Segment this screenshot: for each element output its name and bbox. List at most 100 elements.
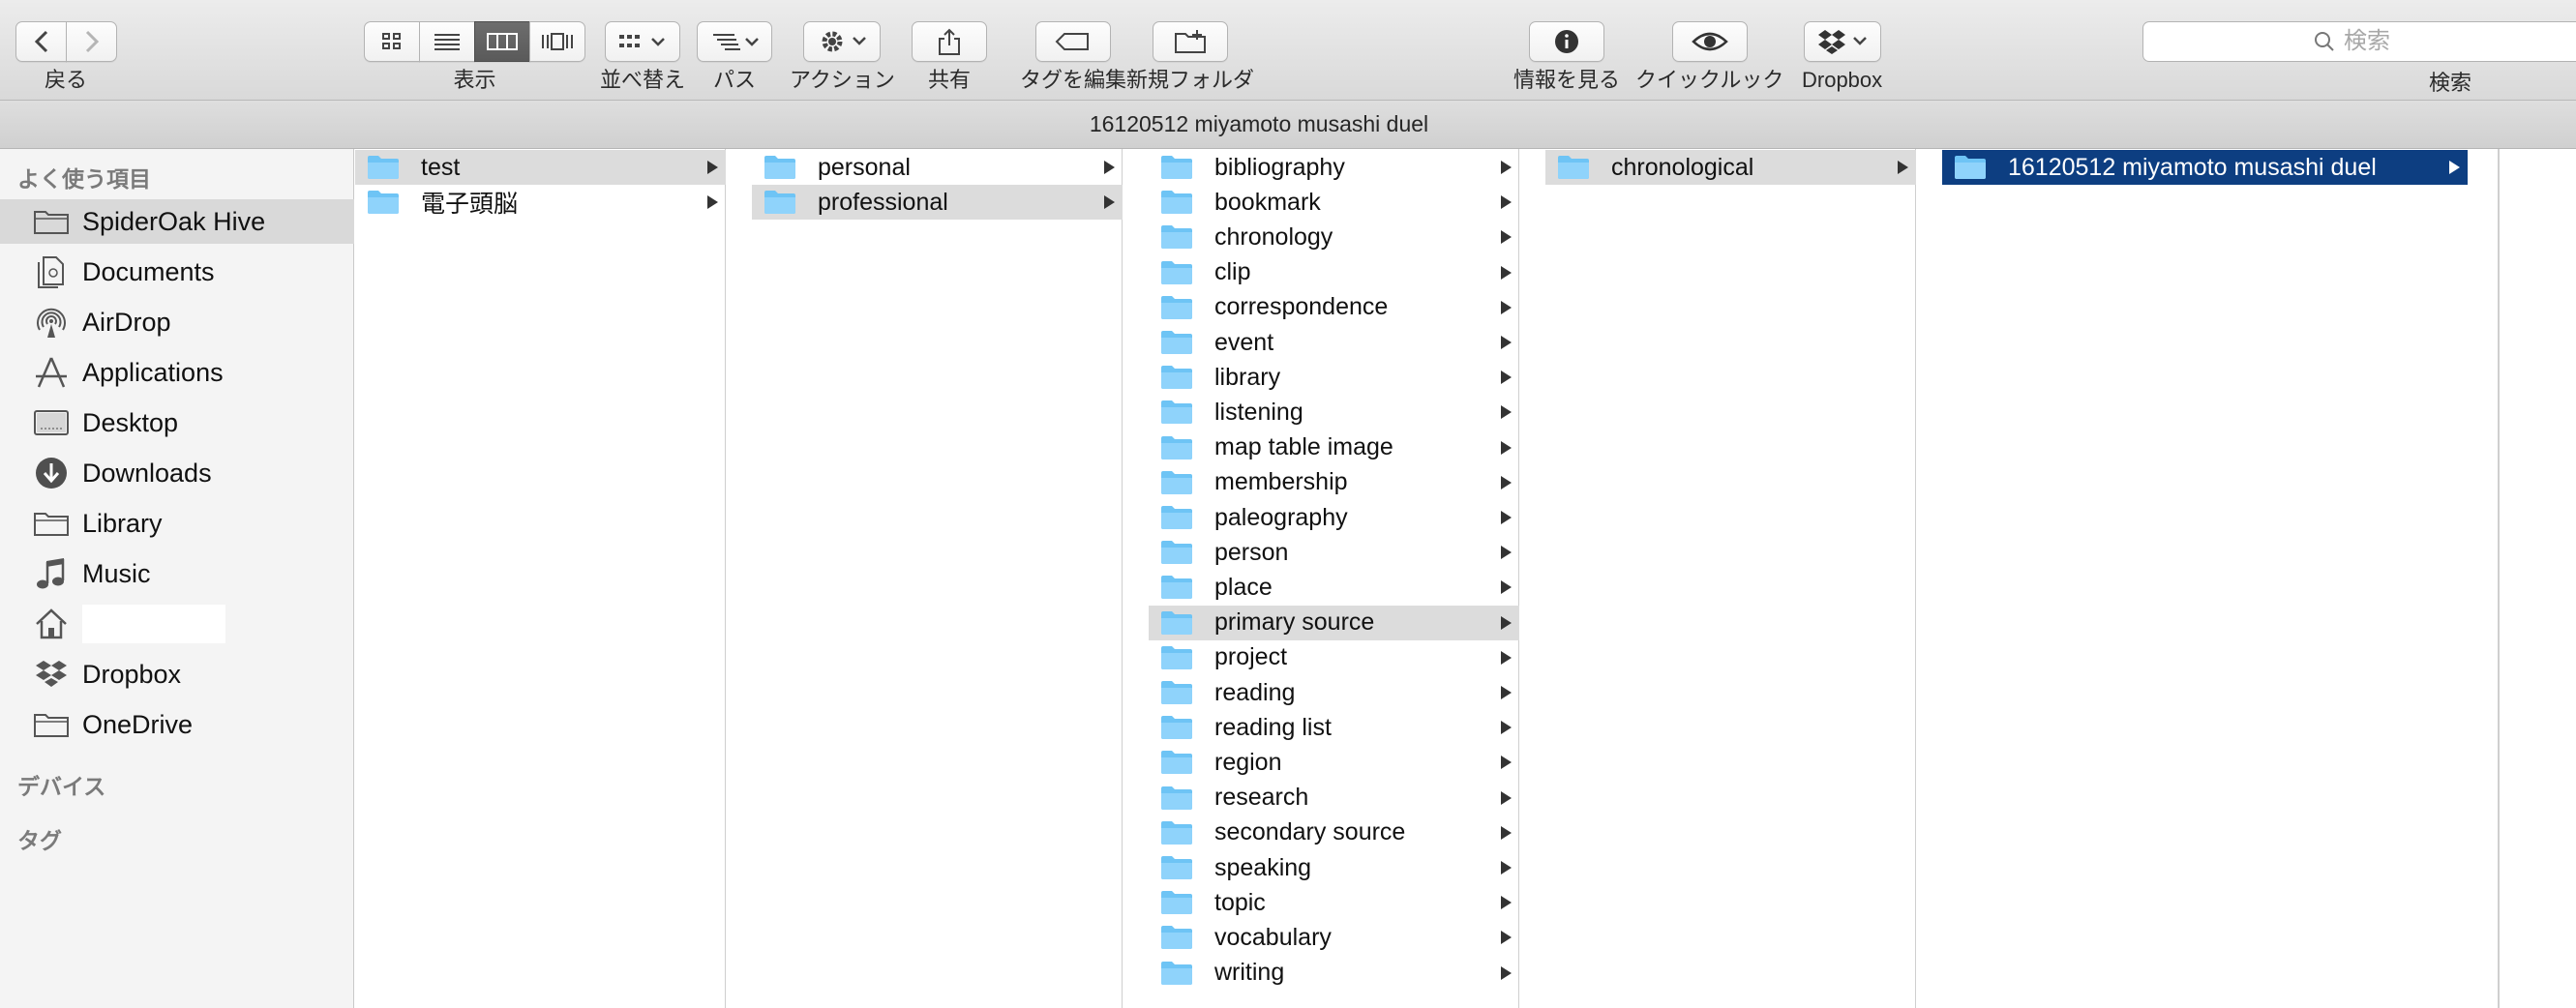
search-input[interactable] (2344, 28, 2460, 55)
folder-row[interactable]: reading (1149, 675, 1519, 710)
view-group: 表示 (364, 21, 585, 93)
folder-name: clip (1214, 258, 1251, 286)
list-view-button[interactable] (419, 21, 475, 62)
search-field[interactable] (2142, 21, 2576, 62)
folder-row[interactable]: test (355, 150, 726, 185)
folder-row[interactable]: clip (1149, 255, 1519, 290)
folder-row[interactable]: listening (1149, 395, 1519, 430)
folder-row[interactable]: event (1149, 325, 1519, 360)
sidebar-item-downloads[interactable]: Downloads (0, 451, 354, 495)
sidebar-item-desktop[interactable]: Desktop (0, 400, 354, 445)
grid-icon (382, 33, 401, 49)
folder-icon (1161, 156, 1192, 179)
folder-row[interactable]: paleography (1149, 500, 1519, 535)
action-group: アクション (790, 21, 895, 93)
path-button[interactable] (697, 21, 772, 62)
share-button[interactable] (912, 21, 987, 62)
path-icon (713, 34, 759, 50)
coverflow-view-button[interactable] (529, 21, 585, 62)
folder-row[interactable]: membership (1149, 465, 1519, 500)
folder-name: writing (1214, 959, 1285, 987)
folder-row[interactable]: primary source (1149, 605, 1519, 640)
new-folder-group: 新規フォルダ (1126, 21, 1254, 93)
disclosure-arrow-icon (1501, 195, 1512, 210)
folder-row[interactable]: professional (752, 185, 1123, 221)
folder-row[interactable]: 電子頭脳 (355, 185, 726, 220)
folder-row[interactable]: project (1149, 640, 1519, 675)
folder-row[interactable]: speaking (1149, 850, 1519, 885)
browser-column-1[interactable]: test 電子頭脳 (355, 149, 726, 1008)
action-label: アクション (790, 68, 895, 92)
sidebar-item-music[interactable]: Music (0, 551, 354, 596)
folder-row[interactable]: secondary source (1149, 815, 1519, 850)
folder-name: primary source (1214, 608, 1375, 637)
folder-row[interactable]: reading list (1149, 710, 1519, 745)
folder-row[interactable]: library (1149, 360, 1519, 395)
get-info-button[interactable] (1529, 21, 1604, 62)
sidebar-item-onedrive[interactable]: OneDrive (0, 702, 354, 747)
sidebar-item-applications[interactable]: Applications (0, 350, 354, 395)
folder-row[interactable]: place (1149, 570, 1519, 605)
action-button[interactable] (803, 21, 882, 62)
browser-column-4[interactable]: chronological (1545, 149, 1916, 1008)
devices-header[interactable]: デバイス (17, 768, 105, 801)
disclosure-arrow-icon (1501, 300, 1512, 314)
info-icon (1555, 30, 1578, 53)
folder-name: correspondence (1214, 293, 1389, 321)
disclosure-arrow-icon (1501, 580, 1512, 595)
quicklook-button[interactable] (1671, 21, 1748, 62)
disclosure-arrow-icon (1898, 161, 1908, 174)
sidebar-item-spideroak-hive[interactable]: SpiderOak Hive (0, 199, 354, 244)
folder-row[interactable]: map table image (1149, 430, 1519, 465)
disclosure-arrow-icon (1104, 161, 1115, 174)
folder-icon (1161, 225, 1192, 250)
browser-column-empty[interactable] (2499, 149, 2576, 1008)
tags-header[interactable]: タグ (17, 822, 62, 855)
folder-row[interactable]: region (1149, 745, 1519, 780)
new-folder-button[interactable] (1153, 21, 1228, 62)
sidebar-item-library[interactable]: Library (0, 501, 354, 546)
folder-name: 16120512 miyamoto musashi duel (2008, 153, 2377, 181)
browser-column-5[interactable]: 16120512 miyamoto musashi duel (1942, 149, 2499, 1008)
folder-row[interactable]: topic (1149, 885, 1519, 920)
browser-column-2[interactable]: personal professional (752, 149, 1123, 1008)
info-group: 情報を見る (1513, 21, 1620, 93)
folder-row[interactable]: 16120512 miyamoto musashi duel (1942, 150, 2468, 185)
forward-button[interactable] (66, 21, 117, 62)
dropbox-button[interactable] (1803, 21, 1881, 62)
folder-name: bibliography (1214, 153, 1345, 181)
icon-view-button[interactable] (364, 21, 420, 62)
folder-row[interactable]: chronological (1545, 150, 1916, 185)
folder-row[interactable]: person (1149, 535, 1519, 570)
folder-row[interactable]: bookmark (1149, 185, 1519, 220)
browser-column-3[interactable]: bibliography bookmark chronology clip corres… (1149, 149, 1519, 1008)
back-button[interactable] (15, 21, 67, 62)
folder-row[interactable]: research (1149, 781, 1519, 815)
column-view-button[interactable] (474, 21, 530, 62)
sidebar-item-dropbox[interactable]: Dropbox (0, 652, 354, 697)
folder-row[interactable]: bibliography (1149, 150, 1519, 185)
share-label: 共有 (927, 68, 971, 92)
folder-row[interactable]: personal (752, 150, 1123, 185)
disclosure-arrow-icon (1501, 756, 1512, 770)
folder-name: membership (1214, 468, 1348, 496)
edit-tags-button[interactable] (1035, 21, 1111, 62)
folder-icon (1161, 260, 1192, 284)
sidebar-item-airdrop[interactable]: AirDrop (0, 300, 354, 344)
folder-icon (1558, 156, 1589, 179)
folder-row[interactable]: chronology (1149, 220, 1519, 254)
disclosure-arrow-icon (1501, 721, 1512, 735)
disclosure-arrow-icon (1501, 230, 1512, 245)
nav-group: 戻る (15, 21, 117, 93)
folder-row[interactable]: vocabulary (1149, 920, 1519, 955)
folder-row[interactable]: correspondence (1149, 290, 1519, 325)
folder-row[interactable]: writing (1149, 956, 1519, 991)
folder-icon (368, 156, 399, 179)
sort-button[interactable] (605, 21, 680, 62)
folder-icon (1161, 331, 1192, 354)
sidebar-item-documents[interactable]: Documents (0, 250, 354, 294)
folder-icon (1161, 716, 1192, 740)
downloads-icon (32, 454, 71, 492)
view-label: 表示 (453, 68, 496, 92)
sidebar-item-home[interactable] (0, 602, 354, 646)
